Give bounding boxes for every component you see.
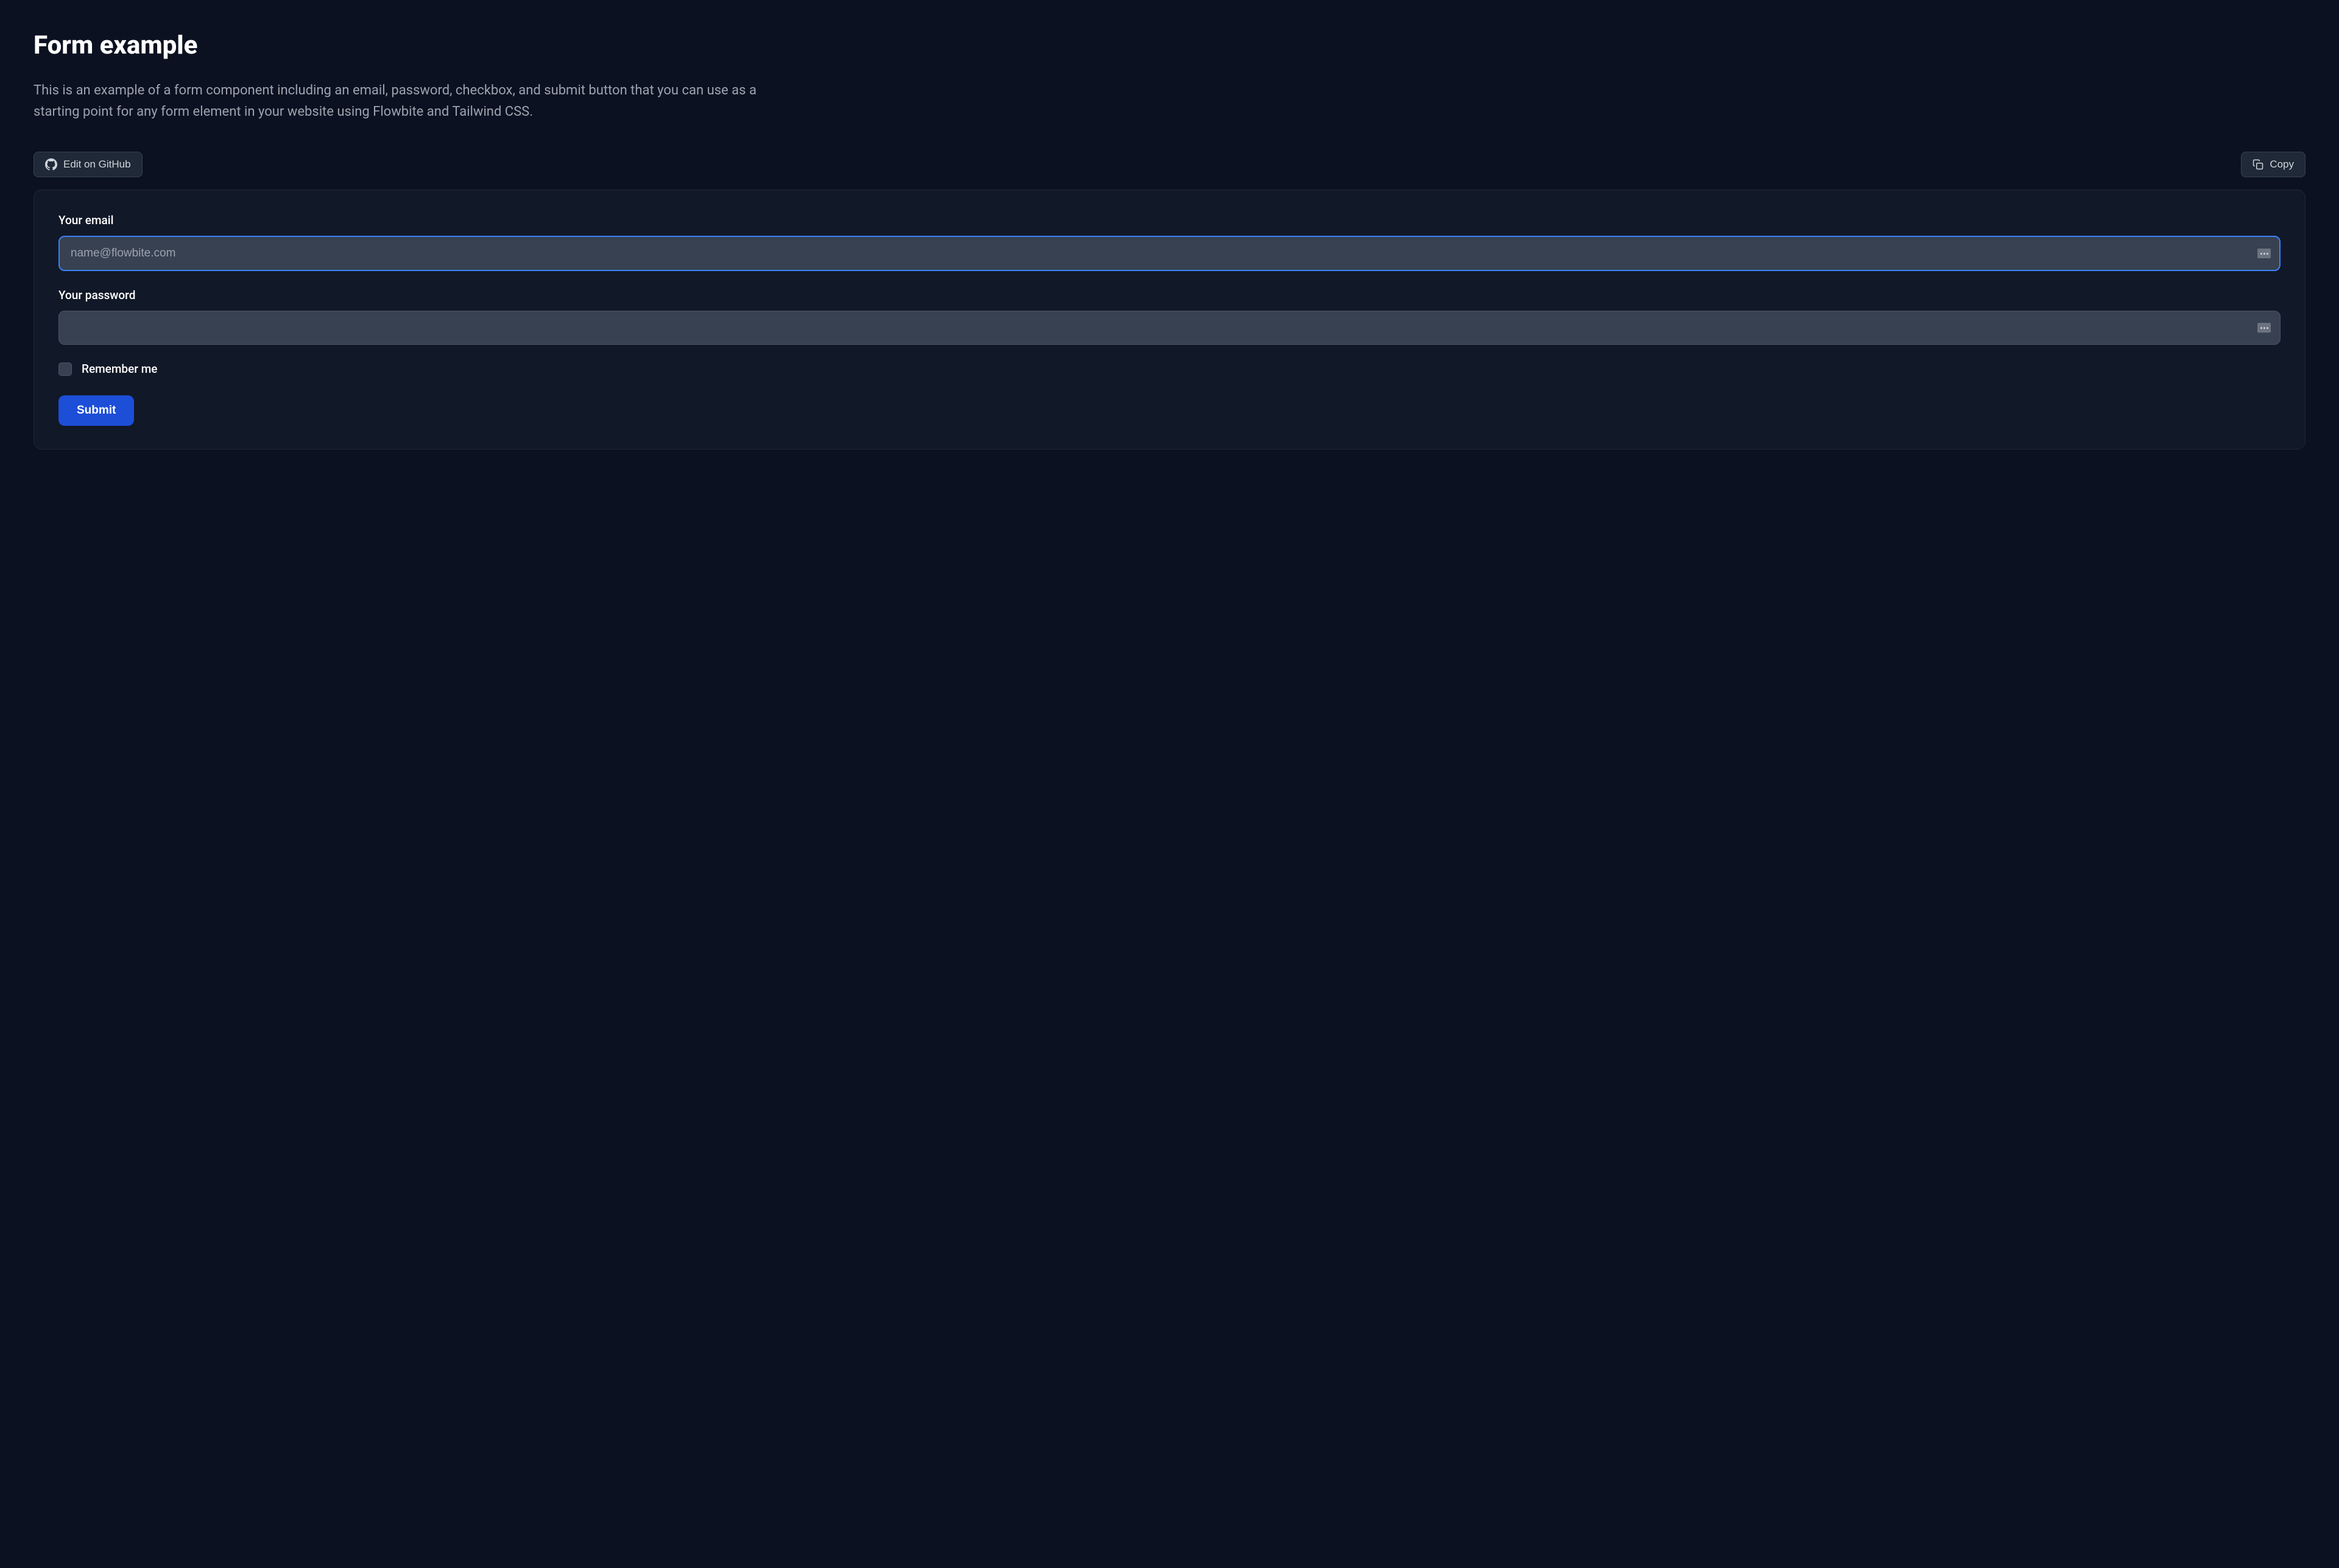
password-group: Your password — [58, 288, 2281, 345]
password-input-wrapper — [58, 311, 2281, 345]
email-input-wrapper — [58, 236, 2281, 271]
edit-github-button[interactable]: Edit on GitHub — [34, 152, 143, 177]
edit-github-label: Edit on GitHub — [63, 158, 131, 171]
page-title: Form example — [34, 30, 2305, 60]
submit-button[interactable]: Submit — [58, 395, 134, 426]
copy-icon — [2253, 159, 2263, 170]
page-description: This is an example of a form component i… — [34, 80, 789, 122]
password-label: Your password — [58, 288, 2281, 302]
remember-label[interactable]: Remember me — [82, 362, 157, 376]
copy-button[interactable]: Copy — [2241, 152, 2305, 177]
email-group: Your email — [58, 213, 2281, 271]
remember-checkbox[interactable] — [58, 362, 72, 376]
remember-group: Remember me — [58, 362, 2281, 376]
form-card: Your email Your password Remember me Sub… — [34, 189, 2305, 450]
github-icon — [45, 158, 57, 171]
email-input[interactable] — [58, 236, 2281, 271]
email-label: Your email — [58, 213, 2281, 227]
copy-label: Copy — [2270, 158, 2294, 171]
toolbar: Edit on GitHub Copy — [34, 152, 2305, 177]
password-input[interactable] — [58, 311, 2281, 345]
